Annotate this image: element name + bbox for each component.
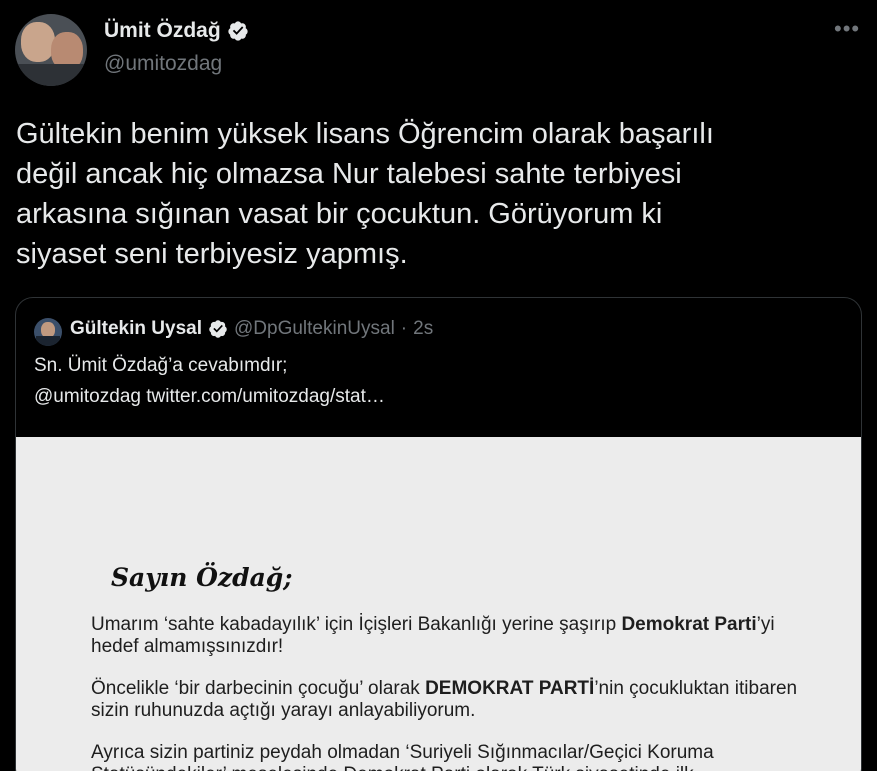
more-horizontal-icon[interactable]: •••: [834, 18, 860, 40]
quoted-display-name[interactable]: Gültekin Uysal: [70, 318, 202, 340]
quoted-text: Sn. Ümit Özdağ’a cevabımdır; @umitozdag …: [34, 355, 385, 407]
quoted-timestamp[interactable]: 2s: [413, 318, 433, 340]
quoted-verified-badge-icon: [209, 320, 227, 338]
letter-salutation: Sayın Özdağ;: [111, 563, 293, 592]
author-display-name[interactable]: Ümit Özdağ: [104, 19, 221, 43]
letter-paragraph-2: Öncelikle ‘bir darbecinin çocuğu’ olarak…: [91, 678, 798, 721]
quoted-handle[interactable]: @DpGultekinUysal: [234, 318, 395, 340]
quoted-separator: ·: [400, 318, 408, 339]
verified-badge-icon: [228, 21, 248, 41]
quoted-tweet[interactable]: Gültekin Uysal @DpGultekinUysal · 2s Sn.…: [15, 297, 862, 771]
tweet-text: Gültekin benim yüksek lisans Öğrencim ol…: [16, 118, 714, 270]
avatar[interactable]: [15, 14, 87, 86]
letter-paragraph-3: Ayrıca sizin partiniz peydah olmadan ‘Su…: [91, 742, 714, 771]
author-name-row[interactable]: Ümit Özdağ: [104, 19, 249, 43]
quoted-avatar[interactable]: [34, 318, 62, 346]
author-handle[interactable]: @umitozdag: [104, 52, 222, 76]
letter-paragraph-1: Umarım ‘sahte kabadayılık’ için İçişleri…: [91, 614, 775, 657]
quoted-header: Gültekin Uysal @DpGultekinUysal · 2s: [70, 318, 433, 340]
quoted-letter-image[interactable]: Sayın Özdağ; Umarım ‘sahte kabadayılık’ …: [16, 437, 861, 771]
tweet: Ümit Özdağ @umitozdag ••• Gültekin benim…: [0, 0, 877, 771]
